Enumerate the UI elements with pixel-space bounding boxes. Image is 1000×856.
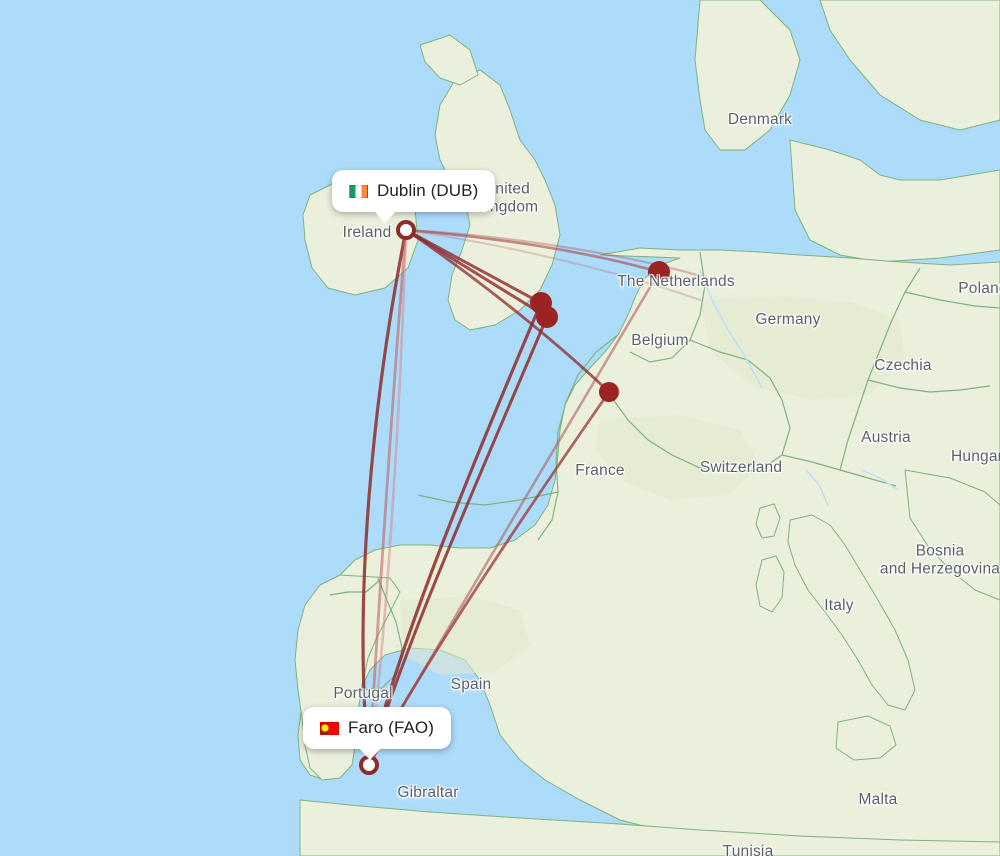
flag-portugal-icon [320,721,339,735]
waypoint-london-b[interactable] [536,306,558,328]
airport-tooltip-dublin[interactable]: Dublin (DUB) [332,170,496,223]
airport-node-ring-dublin [396,220,416,240]
airport-node-dublin[interactable] [396,220,416,240]
waypoint-paris[interactable] [599,382,619,402]
airport-tooltip-faro-label: Faro (FAO) [348,718,435,737]
map-canvas [0,0,1000,856]
airport-tooltip-dublin-label: Dublin (DUB) [377,181,479,200]
waypoint-amsterdam[interactable] [648,261,670,283]
flag-ireland-icon [349,184,368,198]
airport-tooltip-faro[interactable]: Faro (FAO) [303,707,452,760]
flight-route-map[interactable]: DenmarkPolandUnitedKingdomIrelandThe Net… [0,0,1000,856]
